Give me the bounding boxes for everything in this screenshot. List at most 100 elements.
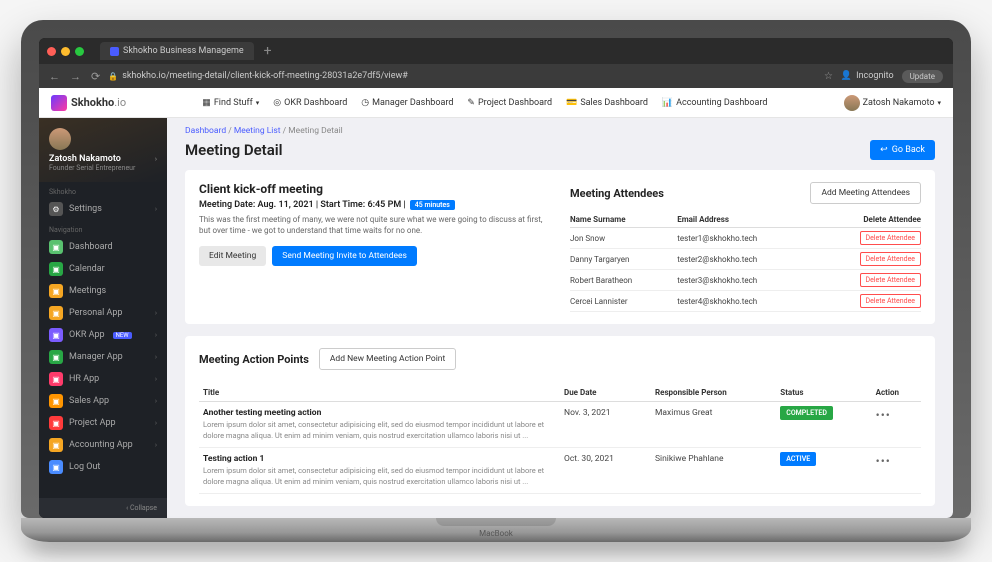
app-icon: ▣: [49, 372, 63, 386]
go-back-button[interactable]: ↩Go Back: [870, 140, 935, 160]
breadcrumb-link[interactable]: Dashboard: [185, 126, 226, 136]
new-badge: NEW: [113, 332, 132, 339]
app-icon: ▣: [49, 240, 63, 254]
sidebar-item-meetings[interactable]: ▣ Meetings: [39, 280, 167, 302]
collapse-label: Collapse: [130, 504, 157, 512]
update-button[interactable]: Update: [902, 70, 943, 83]
sidebar-item-manager-app[interactable]: ▣Manager App›: [39, 346, 167, 368]
money-icon: 💳: [566, 98, 577, 108]
sidebar-item-project-app[interactable]: ▣Project App›: [39, 412, 167, 434]
sidebar-profile[interactable]: Zatosh Nakamoto› Founder Serial Entrepre…: [39, 118, 167, 182]
sidebar-item-settings[interactable]: ⚙ Settings ›: [39, 198, 167, 220]
sidebar-item-label: Meetings: [69, 286, 106, 296]
manager-label: Manager Dashboard: [372, 98, 453, 108]
okr-label: OKR Dashboard: [284, 98, 347, 108]
col-action: Action: [872, 384, 921, 402]
find-stuff-menu[interactable]: ▦Find Stuff▾: [202, 98, 259, 108]
app-icon: ▣: [49, 284, 63, 298]
sidebar-item-label: Manager App: [69, 352, 123, 362]
col-status: Status: [776, 384, 871, 402]
brand-logo[interactable]: Skhokho.io: [51, 95, 126, 111]
breadcrumb-current: Meeting Detail: [288, 126, 342, 136]
sidebar-item-log-out[interactable]: ▣ Log Out: [39, 456, 167, 478]
sales-dashboard-link[interactable]: 💳Sales Dashboard: [566, 98, 648, 108]
attendee-name: Jon Snow: [570, 228, 677, 249]
app-icon: ▣: [49, 460, 63, 474]
window-min-icon[interactable]: [61, 47, 70, 56]
col-title: Title: [199, 384, 560, 402]
sidebar-item-accounting-app[interactable]: ▣Accounting App›: [39, 434, 167, 456]
add-action-point-button[interactable]: Add New Meeting Action Point: [319, 348, 456, 370]
go-back-label: Go Back: [892, 145, 925, 155]
delete-attendee-button[interactable]: Delete Attendee: [860, 252, 922, 266]
sidebar-item-hr-app[interactable]: ▣HR App›: [39, 368, 167, 390]
more-actions-button[interactable]: •••: [876, 454, 891, 468]
chevron-down-icon: ▾: [938, 99, 942, 107]
star-icon[interactable]: ☆: [824, 71, 833, 82]
sidebar-item-calendar[interactable]: ▣Calendar: [39, 258, 167, 280]
nav-fwd-icon[interactable]: →: [70, 70, 81, 83]
manager-dashboard-link[interactable]: ◷Manager Dashboard: [361, 98, 453, 108]
attendee-email: tester3@skhokho.tech: [677, 270, 815, 291]
meeting-title: Client kick-off meeting: [199, 182, 550, 196]
attendees-title: Meeting Attendees: [570, 187, 664, 200]
lock-icon: 🔒: [108, 72, 118, 81]
duration-badge: 45 minutes: [410, 200, 455, 210]
new-tab-button[interactable]: +: [264, 43, 272, 59]
chevron-right-icon: ›: [155, 375, 157, 383]
logo-icon: [51, 95, 67, 111]
delete-attendee-button[interactable]: Delete Attendee: [860, 294, 922, 308]
send-invite-button[interactable]: Send Meeting Invite to Attendees: [272, 246, 417, 266]
delete-attendee-button[interactable]: Delete Attendee: [860, 231, 922, 245]
collapse-button[interactable]: ‹ Collapse: [39, 498, 167, 518]
sidebar-item-label: Dashboard: [69, 242, 113, 252]
attendee-name: Cercei Lannister: [570, 291, 677, 312]
avatar-icon: [49, 128, 71, 150]
sidebar-section-label: Navigation: [39, 220, 167, 236]
brand-name: Skhokho: [71, 96, 114, 109]
user-menu[interactable]: Zatosh Nakamoto ▾: [844, 95, 941, 111]
nav-back-icon[interactable]: ←: [49, 70, 60, 83]
sidebar-item-personal-app[interactable]: ▣Personal App›: [39, 302, 167, 324]
attendee-name: Danny Targaryen: [570, 249, 677, 270]
sidebar-item-sales-app[interactable]: ▣Sales App›: [39, 390, 167, 412]
col-email: Email Address: [677, 212, 815, 228]
chevron-down-icon: ▾: [256, 99, 260, 107]
edit-meeting-button[interactable]: Edit Meeting: [199, 246, 266, 266]
browser-address-bar: ← → ⟳ 🔒 skhokho.io/meeting-detail/client…: [39, 64, 953, 88]
sales-label: Sales Dashboard: [580, 98, 648, 108]
window-max-icon[interactable]: [75, 47, 84, 56]
avatar-icon: [844, 95, 860, 111]
app-icon: ▣: [49, 394, 63, 408]
chevron-right-icon: ›: [155, 353, 157, 361]
action-due: Oct. 30, 2021: [560, 448, 651, 494]
sidebar-user-name: Zatosh Nakamoto: [49, 154, 121, 164]
url-text: skhokho.io/meeting-detail/client-kick-of…: [122, 71, 408, 81]
url-field[interactable]: 🔒 skhokho.io/meeting-detail/client-kick-…: [108, 71, 816, 81]
app-icon: ▣: [49, 438, 63, 452]
sidebar-item-label: Log Out: [69, 462, 100, 472]
find-label: Find Stuff: [214, 98, 253, 108]
attendee-row: Jon Snowtester1@skhokho.tech Delete Atten…: [570, 228, 921, 249]
attendee-email: tester1@skhokho.tech: [677, 228, 815, 249]
chevron-right-icon: ›: [155, 309, 157, 317]
breadcrumb: Dashboard / Meeting List / Meeting Detai…: [167, 118, 953, 138]
window-close-icon[interactable]: [47, 47, 56, 56]
sidebar-item-label: OKR App: [69, 330, 105, 340]
sidebar-item-dashboard[interactable]: ▣ Dashboard: [39, 236, 167, 258]
status-badge: ACTIVE: [780, 452, 816, 466]
col-delete: Delete Attendee: [815, 212, 921, 228]
app-icon: ▣: [49, 328, 63, 342]
browser-tab[interactable]: Skhokho Business Manageme: [100, 42, 254, 60]
project-dashboard-link[interactable]: ✎Project Dashboard: [467, 98, 552, 108]
delete-attendee-button[interactable]: Delete Attendee: [860, 273, 922, 287]
sidebar-item-okr-app[interactable]: ▣OKR AppNEW›: [39, 324, 167, 346]
more-actions-button[interactable]: •••: [876, 408, 891, 422]
breadcrumb-link[interactable]: Meeting List: [234, 126, 281, 136]
app-icon: ▣: [49, 416, 63, 430]
action-due: Nov. 3, 2021: [560, 402, 651, 448]
nav-reload-icon[interactable]: ⟳: [91, 70, 100, 83]
add-attendees-button[interactable]: Add Meeting Attendees: [810, 182, 921, 204]
okr-dashboard-link[interactable]: ◎OKR Dashboard: [273, 98, 347, 108]
accounting-dashboard-link[interactable]: 📊Accounting Dashboard: [662, 98, 768, 108]
